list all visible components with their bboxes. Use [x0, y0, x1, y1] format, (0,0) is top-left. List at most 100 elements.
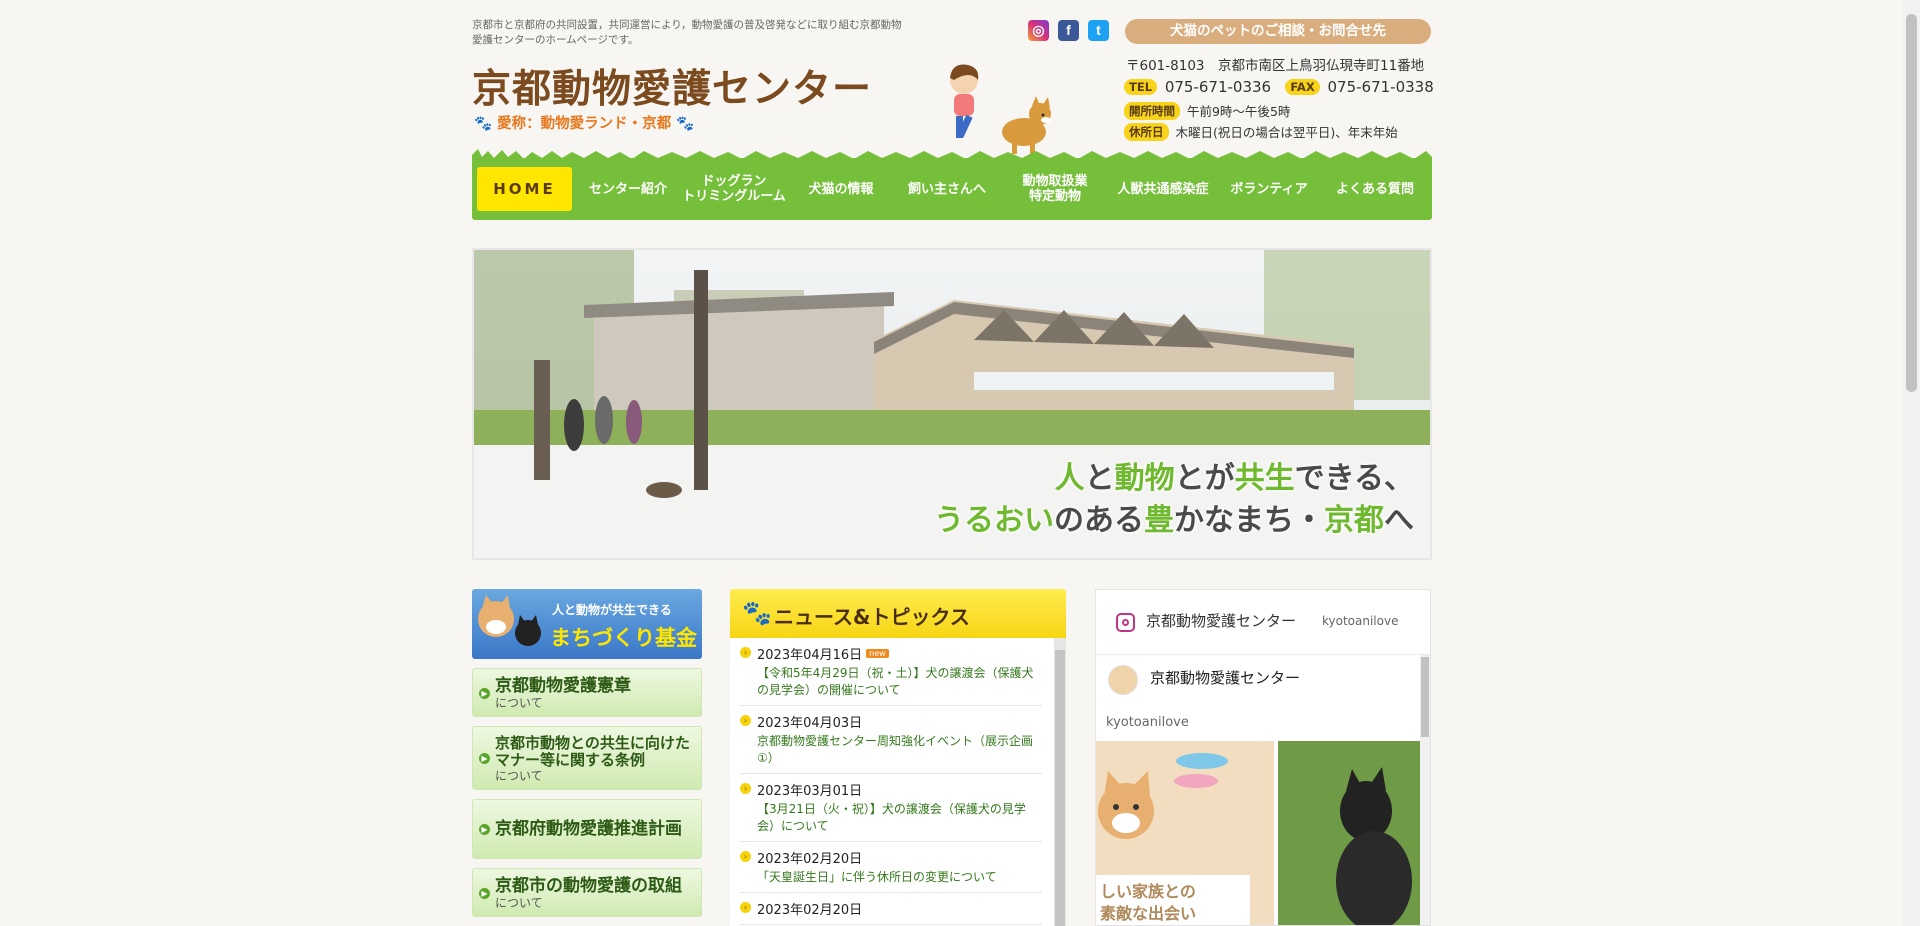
tagline-word: かなまち・ [1174, 503, 1324, 538]
news-title: ニュース&トピックス [774, 605, 970, 629]
news-date-text: 2023年03月01日 [757, 784, 863, 799]
chevron-right-icon: › [740, 647, 751, 658]
promotion-plan-link[interactable]: ▶ 京都府動物愛護推進計画 [472, 799, 702, 859]
news-link[interactable]: 【令和5年4月29日（祝・土）】犬の譲渡会（保護犬の見学会）の開催について [740, 665, 1042, 699]
side-link-title: 京都動物愛護憲章 [495, 676, 631, 696]
chevron-right-icon: › [740, 851, 751, 862]
social-links: ◎ f t [1028, 20, 1109, 41]
charter-link[interactable]: ▶ 京都動物愛護憲章 について [472, 668, 702, 717]
tagline-word: 豊 [1144, 503, 1174, 538]
news-link[interactable]: 「天皇誕生日」に伴う休所日の変更について [740, 869, 1042, 886]
news-list: › 2023年04月16日 new 【令和5年4月29日（祝・土）】犬の譲渡会（保護… [740, 638, 1042, 925]
avatar[interactable] [1108, 665, 1138, 695]
instagram-post[interactable]: しい家族との 素敵な出会い [1096, 741, 1274, 925]
tagline-word: へ [1384, 503, 1414, 538]
instagram-post[interactable] [1278, 741, 1422, 925]
site-logo[interactable]: 京都動物愛護センター [472, 58, 872, 114]
fax-number: 075-671-0338 [1327, 78, 1434, 96]
side-link-title: 京都市の動物愛護の取組 [495, 876, 682, 896]
window-scroll-thumb[interactable] [1906, 14, 1917, 392]
news-scroll-thumb[interactable] [1055, 650, 1065, 926]
instagram-profile: 京都動物愛護センター kyotoanilove しい家族との 素敵な出会い [1096, 655, 1422, 925]
hero-banner: 人と動物とが共生できる、 うるおいのある豊かなまち・京都へ [472, 248, 1432, 560]
ordinance-link[interactable]: ▶ 京都市動物との共生に向けたマナー等に関する条例 について [472, 726, 702, 790]
side-link-sub: について [495, 896, 543, 910]
tel-number[interactable]: 075-671-0336 [1165, 78, 1271, 96]
news-item: › 2023年04月16日 new 【令和5年4月29日（祝・土）】犬の譲渡会（保護… [740, 638, 1042, 706]
hero-tagline-line2: うるおいのある豊かなまち・京都へ [934, 500, 1414, 542]
news-header: 🐾 ニュース&トピックス [730, 589, 1066, 638]
news-date: › 2023年02月20日 [740, 899, 1042, 918]
closed-text: 木曜日(祝日の場合は翌平日)、年末年始 [1175, 125, 1398, 140]
tel-label: TEL [1124, 79, 1158, 95]
chevron-right-icon: › [740, 902, 751, 913]
news-link[interactable]: 京都動物愛護センター周知強化イベント（展示企画①） [740, 733, 1042, 767]
paw-icon: 🐾 [676, 116, 695, 132]
fund-banner[interactable]: 人と動物が共生できる まちづくり基金 [472, 589, 702, 659]
instagram-handle[interactable]: kyotoanilove [1322, 614, 1398, 628]
news-date-text: 2023年04月16日 [757, 648, 863, 663]
twitter-icon[interactable]: t [1088, 20, 1109, 41]
nav-volunteer[interactable]: ボランティア [1217, 167, 1321, 211]
post-caption: しい家族との 素敵な出会い [1096, 875, 1250, 925]
news-date-text: 2023年04月03日 [757, 716, 863, 731]
city-initiatives-link[interactable]: ▶ 京都市の動物愛護の取組 について [472, 868, 702, 917]
chevron-right-icon: › [740, 783, 751, 794]
paw-icon: 🐾 [474, 116, 493, 132]
mascot-illustration [950, 64, 1051, 154]
news-item: › 2023年02月20日 「天皇誕生日」に伴う休所日の変更について [740, 842, 1042, 893]
nav-center-intro[interactable]: センター紹介 [577, 167, 679, 211]
hero-tagline-line1: 人と動物とが共生できる、 [934, 458, 1414, 500]
instagram-header: 京都動物愛護センター kyotoanilove [1096, 590, 1430, 655]
page: 京都市と京都府の共同設置，共同運営により，動物愛護の普及啓発などに取り組む京都動… [472, 0, 1434, 926]
side-link-title: 京都市動物との共生に向けたマナー等に関する条例 [495, 734, 690, 769]
site-intro: 京都市と京都府の共同設置，共同運営により，動物愛護の普及啓発などに取り組む京都動… [472, 19, 902, 46]
consultation-button[interactable]: 犬猫のペットのご相談・お問合せ先 [1125, 19, 1431, 44]
instagram-icon[interactable]: ◎ [1028, 20, 1049, 41]
instagram-icon[interactable] [1116, 613, 1135, 632]
side-link-sub: について [495, 769, 543, 783]
hero-tagline: 人と動物とが共生できる、 うるおいのある豊かなまち・京都へ [934, 458, 1414, 542]
closed-days: 休所日 木曜日(祝日の場合は翌平日)、年末年始 [1124, 122, 1398, 141]
arrow-right-icon: ▶ [479, 887, 490, 899]
instagram-account-name[interactable]: 京都動物愛護センター [1146, 610, 1296, 631]
news-date: › 2023年03月01日 [740, 780, 1042, 799]
instagram-feed: 京都動物愛護センター kyotoanilove 京都動物愛護センター kyoto… [1095, 589, 1431, 926]
side-link-sub: について [495, 696, 543, 710]
fax-label: FAX [1285, 79, 1320, 95]
closed-label: 休所日 [1124, 123, 1169, 141]
tagline-word: 人 [1054, 461, 1085, 496]
dog-photo [1278, 741, 1422, 925]
instagram-scroll-thumb[interactable] [1421, 657, 1429, 737]
tagline-word: できる、 [1294, 461, 1414, 496]
contact-phones: TEL 075-671-0336 FAX 075-671-0338 [1124, 78, 1434, 96]
hours-label: 開所時間 [1124, 102, 1180, 120]
tagline-word: と [1084, 461, 1115, 496]
tagline-word: のある [1054, 503, 1144, 538]
opening-hours: 開所時間 午前9時～午後5時 [1124, 101, 1290, 120]
tagline-word: 共生 [1234, 461, 1295, 496]
news-date: › 2023年04月03日 [740, 712, 1042, 731]
news-date: › 2023年04月16日 new [740, 644, 1042, 663]
main-nav: HOME センター紹介 ドッグラン トリミングルーム 犬猫の情報 飼い主さんへ … [472, 158, 1432, 220]
nav-dog-cat-info[interactable]: 犬猫の情報 [789, 167, 893, 211]
news-link[interactable]: 【3月21日（火・祝）】犬の譲渡会（保護犬の見学会）について [740, 801, 1042, 835]
nav-animal-business[interactable]: 動物取扱業 特定動物 [1001, 167, 1109, 211]
profile-handle: kyotoanilove [1106, 715, 1189, 730]
arrow-right-icon: ▶ [479, 687, 490, 699]
nav-dogrun-trimming[interactable]: ドッグラン トリミングルーム [679, 167, 789, 211]
news-date-text: 2023年02月20日 [757, 903, 863, 918]
arrow-right-icon: ▶ [479, 824, 490, 835]
nav-owners[interactable]: 飼い主さんへ [893, 167, 1001, 211]
nav-home[interactable]: HOME [477, 167, 572, 211]
hours-text: 午前9時～午後5時 [1186, 104, 1291, 119]
nickname-text: 愛称：動物愛ランド・京都 [497, 116, 672, 132]
news-date: › 2023年02月20日 [740, 848, 1042, 867]
side-link-title: 京都府動物愛護推進計画 [495, 819, 682, 839]
shiba-cat-illustration [478, 595, 541, 646]
nav-faq[interactable]: よくある質問 [1321, 167, 1429, 211]
profile-name[interactable]: 京都動物愛護センター [1150, 667, 1300, 688]
facebook-icon[interactable]: f [1058, 20, 1079, 41]
nav-zoonosis[interactable]: 人獣共通感染症 [1109, 167, 1217, 211]
news-date-text: 2023年02月20日 [757, 852, 863, 867]
